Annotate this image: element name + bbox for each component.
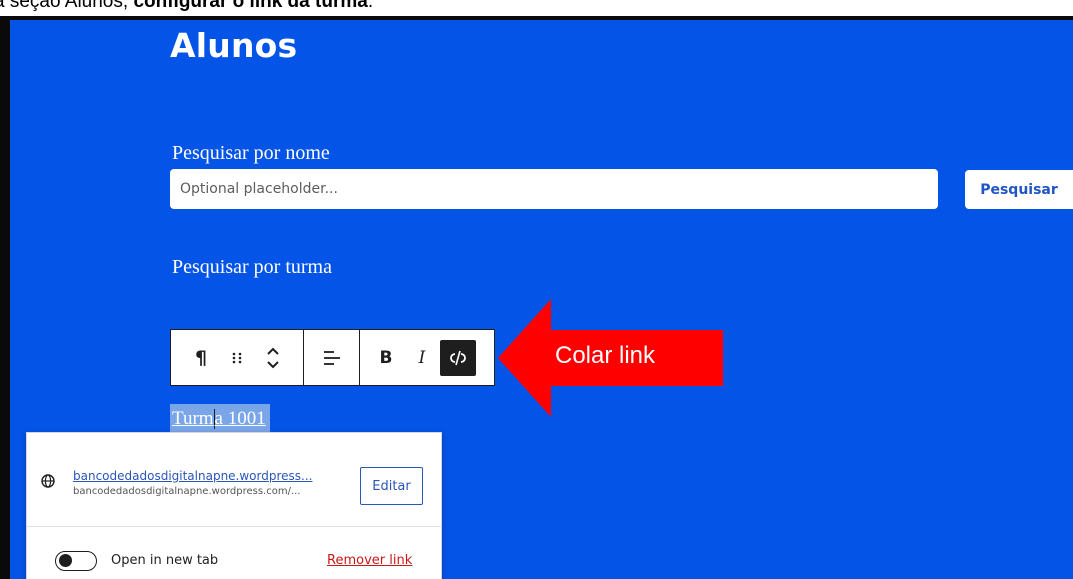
selected-link-text[interactable]: Turma 1001 (170, 404, 270, 434)
remove-link-button[interactable]: Remover link (327, 553, 412, 568)
globe-icon (41, 474, 55, 488)
align-group (304, 330, 360, 385)
search-input[interactable] (170, 169, 938, 209)
instruction-caption: a seção Alunos, configurar o link da tur… (0, 0, 373, 13)
caption-prefix: a seção Alunos, (0, 0, 134, 12)
caption-suffix: . (367, 0, 374, 12)
paragraph-icon[interactable]: ¶ (183, 330, 219, 385)
drag-handle-icon[interactable] (219, 330, 255, 385)
unlink-icon (440, 339, 476, 376)
block-toolbar: ¶ B I (170, 329, 495, 386)
link-popover: bancodedadosdigitalnapne.wordpress... ba… (26, 432, 442, 579)
link-preview: bancodedadosdigitalnapne.wordpress... ba… (27, 433, 441, 527)
edit-link-button[interactable]: Editar (360, 467, 423, 505)
editor-canvas: Alunos Pesquisar por nome Pesquisar Pesq… (10, 20, 1073, 579)
annotation-label: Colar link (555, 342, 656, 369)
search-button[interactable]: Pesquisar (965, 170, 1073, 209)
link-text-before-caret: Turm (172, 408, 214, 429)
link-text-after-caret: a 1001 (214, 408, 266, 429)
link-url[interactable]: bancodedadosdigitalnapne.wordpress... (73, 469, 312, 483)
page-title: Alunos (170, 26, 298, 65)
format-group: B I (360, 330, 494, 385)
toggle-knob (59, 554, 72, 567)
move-up-down-icon[interactable] (255, 330, 291, 385)
block-controls-group: ¶ (171, 330, 304, 385)
italic-button[interactable]: I (404, 330, 440, 385)
unlink-button[interactable] (440, 330, 476, 385)
bold-button[interactable]: B (368, 330, 404, 385)
open-new-tab-toggle[interactable] (55, 551, 97, 571)
align-left-icon[interactable] (314, 330, 350, 385)
caption-bold: configurar o link da turma (133, 0, 368, 12)
search-by-class-label: Pesquisar por turma (172, 256, 332, 278)
search-by-name-label: Pesquisar por nome (172, 142, 330, 164)
link-url-subtitle: bancodedadosdigitalnapne.wordpress.com/.… (73, 486, 301, 497)
open-new-tab-label: Open in new tab (111, 553, 219, 568)
